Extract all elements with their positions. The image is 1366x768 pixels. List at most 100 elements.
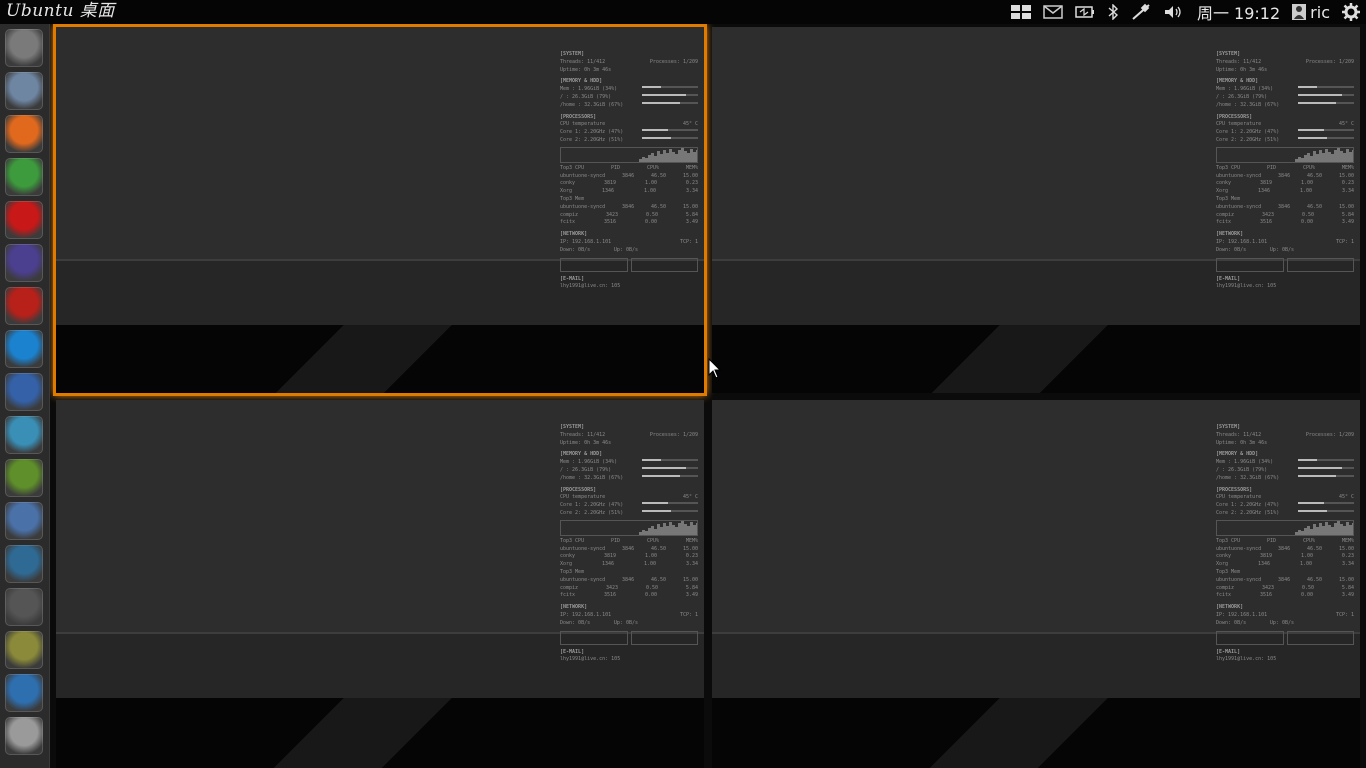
usage-bar — [642, 459, 698, 462]
workspace-4[interactable]: [SYSTEM] Threads: 11/412 Processes: 1/209 U… — [712, 400, 1360, 768]
conky-text: 3846 — [1278, 172, 1291, 179]
launcher-calculator-button[interactable] — [5, 588, 43, 626]
conky-text: Uptime: 0h 3m 46s — [1216, 66, 1268, 73]
network-icon[interactable] — [1131, 0, 1151, 24]
conky-text: TCP: 1 — [679, 611, 698, 618]
conky-heading: [MEMORY & HDD] — [1216, 78, 1259, 85]
conky-text: Core 2: 2.20GHz (51%) — [1216, 509, 1280, 516]
conky-text: 1.00 — [1300, 180, 1313, 187]
process-row: ubuntuone-syncd 3846 46.50 15.00 — [560, 577, 698, 585]
conky-text: 3819 — [603, 553, 617, 560]
conky-text: CPU temperature — [1216, 121, 1262, 128]
conky-heading: [MEMORY & HDD] — [560, 78, 603, 85]
conky-text: PID — [611, 537, 621, 544]
conky-text: 0.23 — [685, 553, 698, 560]
conky-text: Core 2: 2.20GHz (51%) — [560, 136, 624, 143]
conky-text: 1.00 — [643, 561, 657, 568]
workspace-2[interactable]: [SYSTEM] Threads: 11/412 Processes: 1/209 U… — [712, 27, 1360, 393]
conky-text: 0.00 — [1300, 592, 1313, 599]
conky-text: 15.00 — [1338, 545, 1354, 552]
filezilla-icon — [5, 287, 43, 325]
conky-text: 0.23 — [685, 180, 698, 187]
conky-text: TCP: 1 — [679, 238, 698, 245]
conky-widget: [SYSTEM] Threads: 11/412 Processes: 1/209 U… — [1216, 47, 1354, 291]
conky-heading: [PROCESSORS] — [560, 486, 597, 493]
conky-heading: [NETWORK] — [560, 231, 588, 238]
usage-bar — [642, 93, 698, 96]
conky-text: Threads: 11/412 — [1216, 431, 1262, 438]
launcher-thunderbird-button[interactable] — [5, 373, 43, 411]
process-row: ubuntuone-syncd 3846 46.50 15.00 — [1216, 577, 1354, 585]
user-icon[interactable] — [1292, 0, 1307, 24]
network-graphs — [1216, 257, 1354, 272]
launcher-chrome-button[interactable] — [5, 158, 43, 196]
bluetooth-icon[interactable] — [1107, 0, 1119, 24]
conky-text: PID — [611, 164, 621, 171]
usage-bar — [1298, 136, 1354, 139]
conky-text: 1346 — [601, 188, 615, 195]
launcher-sdk-manager-button[interactable] — [5, 502, 43, 540]
usage-bar — [1298, 509, 1354, 512]
conky-heading: [MEMORY & HDD] — [560, 451, 603, 458]
conky-text: 3516 — [1259, 592, 1273, 599]
process-row: ubuntuone-syncd 3846 46.50 15.00 — [1216, 173, 1354, 181]
gear-icon[interactable] — [1342, 0, 1360, 24]
conky-text: Core 1: 2.20GHz (47%) — [560, 502, 624, 509]
conky-text: lhy1991@live.cn: 105 — [1216, 656, 1277, 663]
conky-text: /home : 32.3GiB (67%) — [1216, 101, 1280, 108]
conky-text: compiz — [1216, 584, 1235, 591]
firefox-icon — [5, 115, 43, 153]
conky-text: PID — [1267, 164, 1277, 171]
usage-bar — [1298, 129, 1354, 132]
conky-text: Processes: 1/209 — [649, 431, 698, 438]
conky-text: 1346 — [1257, 561, 1271, 568]
launcher-workspaces-button[interactable] — [5, 674, 43, 712]
process-row: conky 3819 1.00 0.23 — [1216, 553, 1354, 561]
launcher-eclipse-button[interactable] — [5, 244, 43, 282]
workspace-switcher-icon[interactable] — [1010, 0, 1031, 24]
launcher-dash-home-button[interactable] — [5, 29, 43, 67]
conky-text: ubuntuone-syncd — [560, 576, 606, 583]
conky-text: Mem : 1.96GiB (34%) — [1216, 86, 1274, 93]
launcher-filezilla-button[interactable] — [5, 287, 43, 325]
conky-text: Down: 0B/s — [1216, 619, 1247, 626]
launcher-files-button[interactable] — [5, 72, 43, 110]
conky-text: 3423 — [1261, 211, 1275, 218]
volume-icon[interactable] — [1163, 0, 1183, 24]
launcher-firefox-button[interactable] — [5, 115, 43, 153]
workspace-1[interactable]: [SYSTEM] Threads: 11/412 Processes: 1/209 U… — [56, 27, 704, 393]
clock[interactable]: 周一 19:12 — [1197, 0, 1280, 24]
battery-icon[interactable] — [1075, 0, 1095, 24]
process-row: conky 3819 1.00 0.23 — [560, 180, 698, 188]
usage-bar — [642, 101, 698, 104]
conky-text: 0.00 — [644, 219, 657, 226]
conky-text: 3846 — [622, 576, 635, 583]
conky-text: 3516 — [603, 592, 617, 599]
conky-text: Xorg — [1216, 561, 1229, 568]
conky-text: 3.34 — [685, 188, 698, 195]
conky-text: 1.00 — [644, 553, 657, 560]
launcher-unity-tweak-button[interactable] — [5, 459, 43, 497]
conky-text: /home : 32.3GiB (67%) — [1216, 474, 1280, 481]
launcher-software-center-button[interactable] — [5, 416, 43, 454]
conky-text: 0.50 — [645, 211, 658, 218]
chrome-icon — [5, 158, 43, 196]
conky-text: Core 2: 2.20GHz (51%) — [1216, 136, 1280, 143]
conky-text: 3423 — [1261, 584, 1275, 591]
launcher-teamviewer-button[interactable] — [5, 330, 43, 368]
launcher-system-monitor-button[interactable] — [5, 545, 43, 583]
usage-bar — [642, 474, 698, 477]
conky-text: 1.00 — [1299, 188, 1313, 195]
conky-text: 5.84 — [685, 211, 698, 218]
launcher-notes-button[interactable] — [5, 631, 43, 669]
process-row: fcitx 3516 0.00 3.49 — [1216, 592, 1354, 600]
workspace-3[interactable]: [SYSTEM] Threads: 11/412 Processes: 1/209 U… — [56, 400, 704, 768]
conky-text: Core 1: 2.20GHz (47%) — [560, 129, 624, 136]
launcher-opera-button[interactable] — [5, 201, 43, 239]
mouse-cursor-icon — [708, 358, 722, 379]
launcher-drive-button[interactable] — [5, 717, 43, 755]
conky-text: ubuntuone-syncd — [1216, 172, 1262, 179]
user-name[interactable]: ric — [1310, 3, 1330, 22]
mail-icon[interactable] — [1043, 0, 1063, 24]
process-row: ubuntuone-syncd 3846 46.50 15.00 — [560, 204, 698, 212]
